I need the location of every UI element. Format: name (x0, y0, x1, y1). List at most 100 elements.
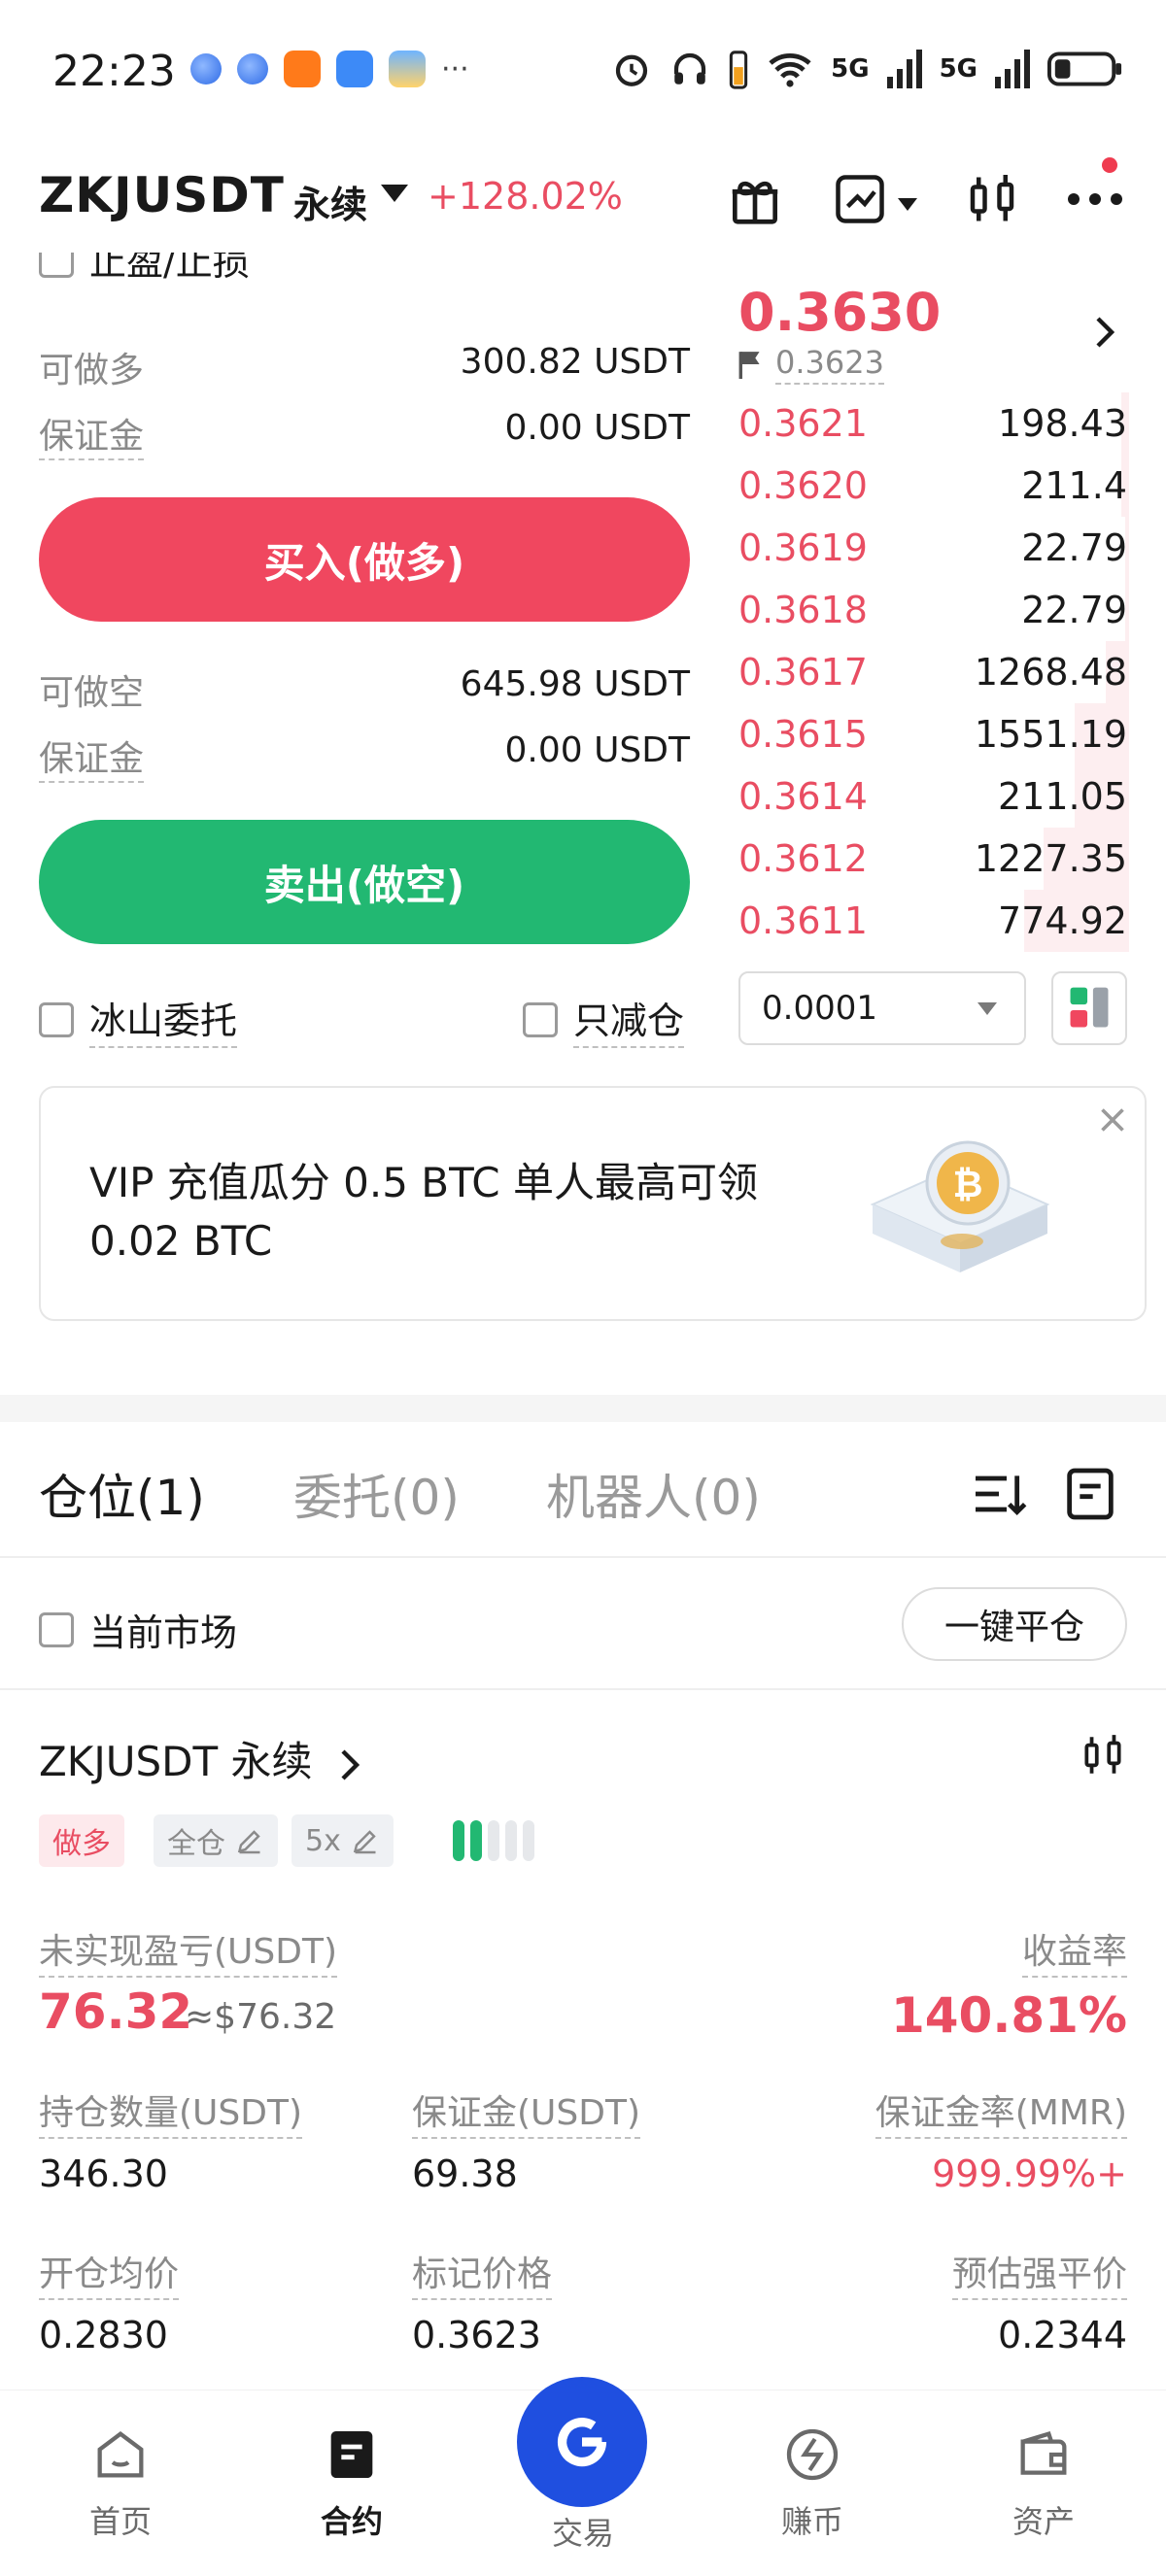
mark-price: 0.3623 (775, 344, 884, 385)
iceberg-row[interactable]: 冰山委托 (39, 991, 238, 1048)
orderbook-layout-button[interactable] (1051, 971, 1127, 1045)
tab-bots[interactable]: 机器人(0) (546, 1459, 761, 1529)
sort-icon[interactable] (968, 1463, 1030, 1529)
long-margin-label[interactable]: 保证金 (39, 417, 145, 460)
short-available-label: 可做空 (39, 673, 145, 713)
wifi-icon (769, 52, 811, 87)
orderbook-row[interactable]: 0.3620 211.4 (738, 455, 1129, 517)
price-change: +128.02% (428, 175, 623, 218)
tick-size-select[interactable]: 0.0001 (738, 971, 1026, 1045)
orderbook-layout-icon (1070, 987, 1109, 1028)
message-app-icon (336, 51, 373, 87)
short-margin-value: 0.00 USDT (504, 730, 690, 770)
ask-quantity: 22.79 (1021, 589, 1127, 631)
promo-banner[interactable]: VIP 充值瓜分 0.5 BTC 单人最高可领 0.02 BTC ₿ (39, 1086, 1147, 1321)
ask-price: 0.3619 (738, 526, 868, 569)
nav-home-label: 首页 (88, 2503, 152, 2540)
side-badge: 做多 (39, 1814, 124, 1867)
battery-small-icon (729, 51, 748, 89)
margin-mode-label: 全仓 (167, 1827, 225, 1861)
app-notification-icon (284, 51, 321, 87)
orderbook-row[interactable]: 0.3617 1268.48 (738, 641, 1129, 703)
long-margin-value: 0.00 USDT (504, 408, 690, 448)
chevron-right-icon[interactable] (1094, 311, 1117, 360)
iceberg-label: 冰山委托 (89, 991, 238, 1048)
contract-type[interactable]: 永续 (293, 175, 367, 228)
close-all-button[interactable]: 一键平仓 (902, 1587, 1127, 1661)
short-margin-label[interactable]: 保证金 (39, 739, 145, 783)
reduce-only-label: 只减仓 (573, 991, 685, 1048)
orderbook-row[interactable]: 0.3614 211.05 (738, 765, 1129, 828)
close-icon[interactable] (1098, 1100, 1127, 1144)
buy-long-button[interactable]: 买入(做多) (39, 497, 690, 622)
roe-label[interactable]: 收益率 (1021, 1923, 1127, 1978)
last-price[interactable]: 0.3630 (738, 282, 941, 343)
iceberg-checkbox[interactable] (39, 1001, 74, 1037)
bitcoin-promo-illustration: ₿ (870, 1140, 1050, 1272)
nav-trade[interactable]: 交易 (525, 2509, 641, 2554)
pair-title[interactable]: ZKJUSDT (39, 167, 285, 223)
entry-price-label[interactable]: 开仓均价 (39, 2246, 180, 2300)
orderbook-row[interactable]: 0.3611 774.92 (738, 890, 1129, 952)
orderbook-row[interactable]: 0.3619 22.79 (738, 517, 1129, 579)
ask-quantity: 198.43 (998, 402, 1127, 445)
mark-price-label[interactable]: 标记价格 (412, 2246, 553, 2300)
orderbook-row[interactable]: 0.3612 1227.35 (738, 828, 1129, 890)
chart-trend-icon[interactable] (826, 165, 894, 233)
trade-button[interactable] (517, 2377, 647, 2507)
margin-mode-badge[interactable]: 全仓 (154, 1814, 278, 1867)
reduce-only-row[interactable]: 只减仓 (523, 991, 685, 1048)
tab-orders[interactable]: 委托(0) (293, 1459, 460, 1529)
tp-sl-row[interactable]: 止盈/止损 (39, 253, 250, 282)
short-available-value: 645.98 USDT (460, 664, 690, 704)
upnl-label[interactable]: 未实现盈亏(USDT) (39, 1923, 338, 1978)
trade-icon (557, 2418, 607, 2467)
market-header: ZKJUSDT 永续 +128.02% (0, 146, 1166, 253)
nav-earn[interactable]: 赚币 (754, 2423, 871, 2542)
candlestick-icon[interactable] (958, 165, 1026, 233)
promo-text: VIP 充值瓜分 0.5 BTC 单人最高可领 0.02 BTC (89, 1159, 758, 1265)
ask-price: 0.3612 (738, 837, 868, 880)
margin-label[interactable]: 保证金(USDT) (412, 2085, 641, 2139)
ask-quantity: 1268.48 (974, 651, 1127, 694)
chart-dropdown-caret[interactable] (898, 198, 917, 211)
sell-short-button[interactable]: 卖出(做空) (39, 820, 690, 944)
ask-quantity: 211.05 (998, 775, 1127, 818)
ask-price: 0.3620 (738, 464, 868, 507)
tab-positions[interactable]: 仓位(1) (39, 1459, 205, 1529)
roe-value: 140.81% (890, 1987, 1127, 2044)
nav-assets[interactable]: 资产 (985, 2423, 1102, 2542)
mmr-label[interactable]: 保证金率(MMR) (874, 2085, 1127, 2139)
long-margin-row: 保证金 0.00 USDT (39, 408, 690, 460)
size-label[interactable]: 持仓数量(USDT) (39, 2085, 303, 2139)
position-tabs: 仓位(1) 委托(0) 机器人(0) (0, 1422, 1166, 1558)
risk-level-indicator (453, 1820, 534, 1861)
candlestick-icon[interactable] (1079, 1731, 1127, 1783)
current-market-row[interactable]: 当前市场 (39, 1603, 237, 1656)
gift-icon[interactable] (721, 165, 789, 233)
nav-home[interactable]: 首页 (62, 2423, 179, 2542)
caret-down-icon[interactable] (381, 185, 408, 202)
section-divider (0, 1395, 1166, 1422)
margin-value: 69.38 (412, 2152, 518, 2195)
reduce-only-checkbox[interactable] (523, 1001, 558, 1037)
status-bar: 22:23 ··· 5G 5G (0, 0, 1166, 146)
leverage-badge[interactable]: 5x (292, 1814, 394, 1867)
current-market-checkbox[interactable] (39, 1611, 74, 1647)
liq-price-label[interactable]: 预估强平价 (951, 2246, 1127, 2300)
tp-sl-checkbox[interactable] (39, 253, 74, 278)
orderbook-row[interactable]: 0.3615 1551.19 (738, 703, 1129, 765)
chevron-right-icon (341, 1748, 360, 1780)
app-notification-icon (190, 53, 222, 85)
orderbook-row[interactable]: 0.3618 22.79 (738, 579, 1129, 641)
nav-futures[interactable]: 合约 (293, 2423, 410, 2542)
liq-price-value: 0.2344 (998, 2314, 1127, 2356)
position-title[interactable]: ZKJUSDT 永续 (39, 1729, 362, 1788)
upnl-value: 76.32 (39, 1983, 193, 2040)
flag-icon (738, 352, 760, 379)
order-history-icon[interactable] (1059, 1463, 1121, 1529)
more-icon[interactable] (1061, 165, 1129, 233)
more-notifications-icon: ··· (441, 51, 469, 86)
orderbook-row[interactable]: 0.3621 198.43 (738, 392, 1129, 455)
tp-sl-label: 止盈/止损 (89, 253, 250, 282)
